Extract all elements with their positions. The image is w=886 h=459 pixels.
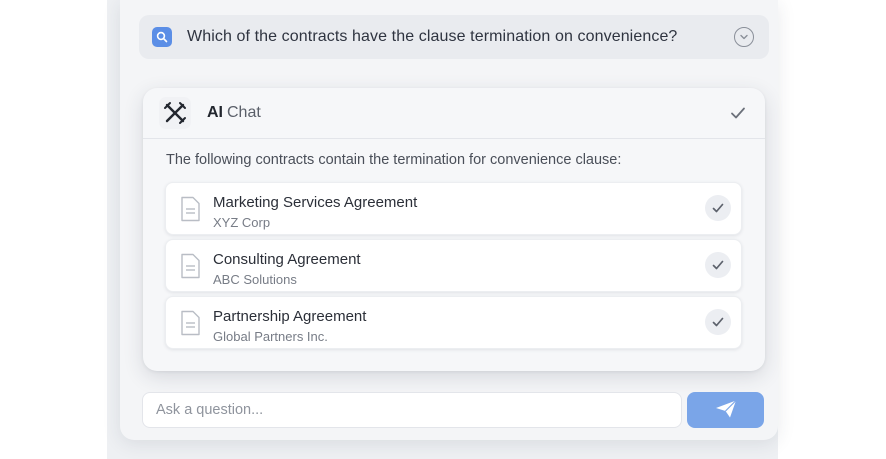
document-icon <box>179 310 201 336</box>
question-input[interactable] <box>142 392 682 428</box>
crossed-tools-icon <box>159 97 191 129</box>
contract-list: Marketing Services Agreement XYZ Corp Co… <box>165 182 742 353</box>
check-icon <box>705 195 731 221</box>
contract-item[interactable]: Partnership Agreement Global Partners In… <box>165 296 742 349</box>
contract-party: XYZ Corp <box>213 215 271 230</box>
paper-plane-icon <box>714 399 738 422</box>
chat-title-chat: Chat <box>227 104 261 121</box>
check-icon <box>705 309 731 335</box>
chat-header: AI Chat <box>143 88 765 139</box>
chevron-down-icon[interactable] <box>734 27 754 47</box>
document-icon <box>179 196 201 222</box>
contract-title: Partnership Agreement <box>213 308 367 325</box>
send-button[interactable] <box>687 392 764 428</box>
contract-title: Marketing Services Agreement <box>213 194 418 211</box>
query-bar[interactable]: Which of the contracts have the clause t… <box>139 15 769 59</box>
contract-item[interactable]: Marketing Services Agreement XYZ Corp <box>165 182 742 235</box>
chat-title-ai: AI <box>207 104 223 121</box>
contract-party: Global Partners Inc. <box>213 329 328 344</box>
chat-intro-text: The following contracts contain the term… <box>166 152 622 168</box>
ai-chat-panel: AI Chat The following contracts contain t… <box>143 88 765 371</box>
query-text: Which of the contracts have the clause t… <box>187 28 678 45</box>
contract-title: Consulting Agreement <box>213 251 361 268</box>
search-icon <box>152 27 172 47</box>
contract-party: ABC Solutions <box>213 272 297 287</box>
check-icon <box>705 252 731 278</box>
chat-title: AI Chat <box>207 104 261 122</box>
check-icon <box>729 104 747 122</box>
document-icon <box>179 253 201 279</box>
contract-item[interactable]: Consulting Agreement ABC Solutions <box>165 239 742 292</box>
